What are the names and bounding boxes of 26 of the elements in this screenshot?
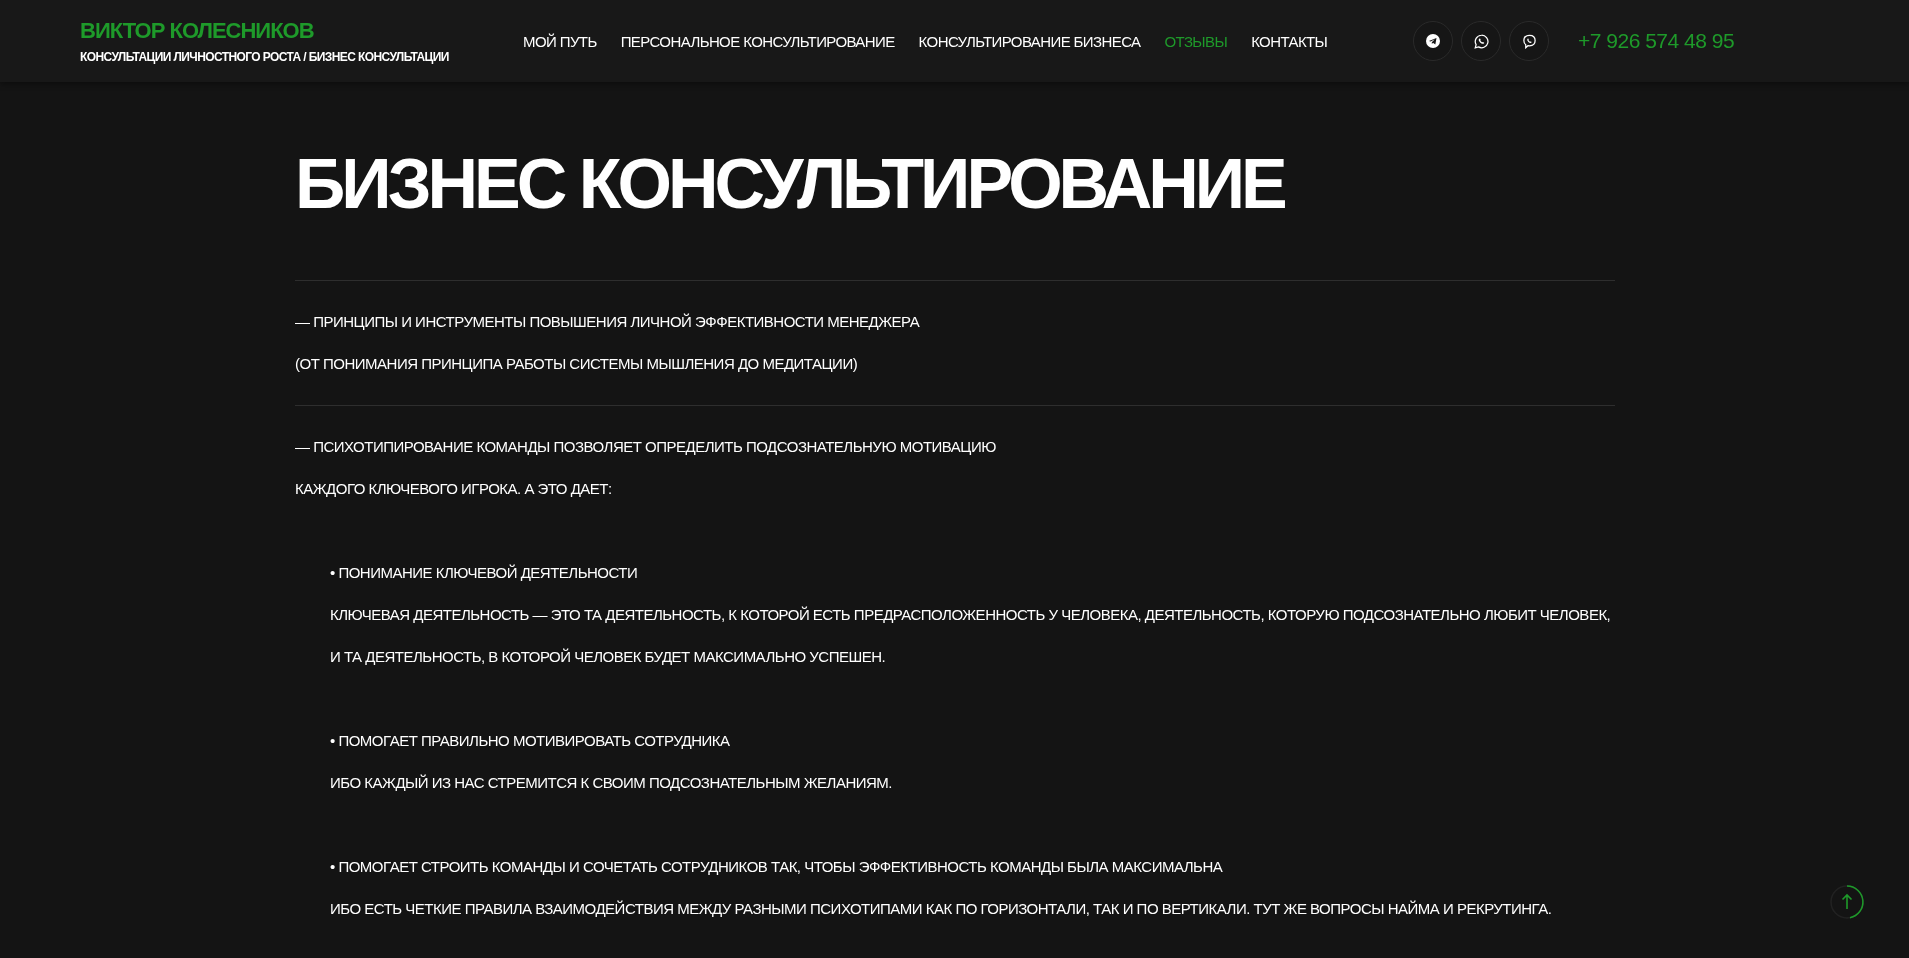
point-text: ИБО ЕСТЬ ЧЕТКИЕ ПРАВИЛА ВЗАИМОДЕЙСТВИЯ МЕЖДУ РАЗНЫМИ ПСИХОТИПАМИ КАК ПО ГОРИЗОНТАЛИ, ТАК И ПО ВЕРТИКАЛИ. ТУТ ЖЕ ВОПРОСЫ НАЙМА И РЕКРУТИНГА.	[330, 899, 1553, 919]
paragraph-line: (ОТ ПОНИМАНИЯ ПРИНЦИПА РАБОТЫ СИСТЕМЫ МЫШЛЕНИЯ ДО МЕДИТАЦИИ)	[295, 354, 859, 374]
site-tagline: КОНСУЛЬТАЦИИ ЛИЧНОСТНОГО РОСТА / БИЗНЕС КОНСУЛЬТАЦИИ	[80, 50, 450, 64]
point-title: • ПОМОГАЕТ ПРАВИЛЬНО МОТИВИРОВАТЬ СОТРУДНИКА	[330, 731, 731, 751]
point-text: КЛЮЧЕВАЯ ДЕЯТЕЛЬНОСТЬ — ЭТО ТА ДЕЯТЕЛЬНОСТЬ, К КОТОРОЙ ЕСТЬ ПРЕДРАСПОЛОЖЕННОСТЬ У ЧЕЛОВЕКА, ДЕЯТЕЛЬНОСТЬ, КОТОРУЮ ПОДСОЗНАТЕЛЬНО ЛЮБИТ ЧЕЛОВЕК, И ТА ДЕЯТЕЛЬНОСТЬ, В КОТОРОЙ ЧЕЛОВЕК БУДЕТ МАКСИМАЛЬНО УСПЕШЕН.	[330, 605, 1612, 667]
point-text: ИБО КАЖДЫЙ ИЗ НАС СТРЕМИТСЯ К СВОИМ ПОДСОЗНАТЕЛЬНЫМ ЖЕЛАНИЯМ.	[330, 773, 894, 793]
site-name[interactable]: ВИКТОР КОЛЕСНИКОВ	[80, 18, 523, 44]
phone-link[interactable]: +7 926 574 48 95	[1578, 29, 1735, 53]
paragraph-line: КАЖДОГО КЛЮЧЕВОГО ИГРОКА. А ЭТО ДАЕТ:	[295, 479, 613, 499]
social-button[interactable]	[1413, 21, 1453, 61]
point-title: • ПОНИМАНИЕ КЛЮЧЕВОЙ ДЕЯТЕЛЬНОСТИ	[330, 563, 639, 583]
nav-link[interactable]: КОНТАКТЫ	[1251, 32, 1328, 50]
social-button[interactable]	[1461, 21, 1501, 61]
nav-link[interactable]: КОНСУЛЬТИРОВАНИЕ БИЗНЕСА	[918, 32, 1141, 50]
nav-link[interactable]: МОЙ ПУТЬ	[523, 32, 597, 50]
social-button[interactable]	[1509, 21, 1549, 61]
chat-phone-icon	[1521, 33, 1537, 49]
paper-plane-icon	[1426, 34, 1440, 48]
paragraph-line: — ПСИХОТИПИРОВАНИЕ КОМАНДЫ ПОЗВОЛЯЕТ ОПРЕДЕЛИТЬ ПОДСОЗНАТЕЛЬНУЮ МОТИВАЦИЮ	[295, 437, 997, 457]
nav-link[interactable]: ОТЗЫВЫ	[1164, 32, 1228, 50]
chat-phone-icon	[1473, 33, 1489, 49]
scroll-top-button[interactable]	[1829, 884, 1865, 920]
page-title: БИЗНЕС КОНСУЛЬТИРОВАНИЕ	[295, 144, 1286, 224]
paragraph-line: — ПРИНЦИПЫ И ИНСТРУМЕНТЫ ПОВЫШЕНИЯ ЛИЧНОЙ ЭФФЕКТИВНОСТИ МЕНЕДЖЕРА	[295, 312, 921, 332]
point-title: • ПОМОГАЕТ СТРОИТЬ КОМАНДЫ И СОЧЕТАТЬ СОТРУДНИКОВ ТАК, ЧТОБЫ ЭФФЕКТИВНОСТЬ КОМАНДЫ БЫЛА МАКСИМАЛЬНА	[330, 857, 1224, 877]
nav-link[interactable]: ПЕРСОНАЛЬНОЕ КОНСУЛЬТИРОВАНИЕ	[620, 32, 895, 50]
